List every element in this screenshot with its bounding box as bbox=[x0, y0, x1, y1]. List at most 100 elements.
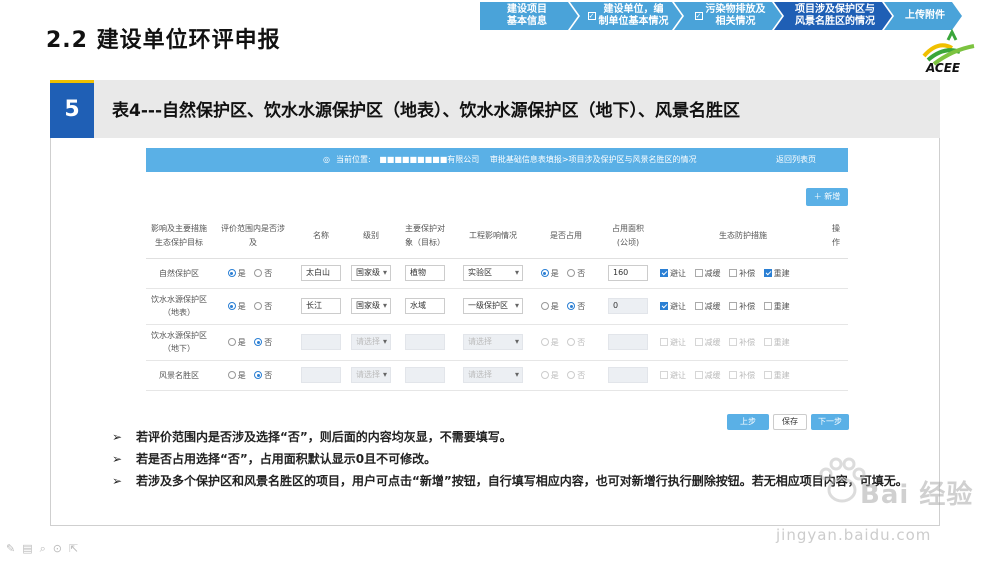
name-input[interactable]: 太白山 bbox=[301, 265, 341, 281]
plus-icon: ＋ bbox=[813, 192, 822, 201]
impact-select[interactable]: 一级保护区 bbox=[463, 298, 523, 314]
object-input[interactable]: 水域 bbox=[405, 298, 445, 314]
breadcrumb-bar: ◎ 当前位置: ■■■■■■■■■有限公司 审批基础信息表填报>项目涉及保护区与… bbox=[146, 148, 848, 172]
target-cell: 饮水水源保护区 （地下） bbox=[146, 324, 212, 361]
pointer-icon[interactable]: ⇱ bbox=[69, 542, 78, 556]
measures-group: 避让 减缓 补偿 重建 bbox=[654, 288, 832, 325]
col-header: 生态防护措施 bbox=[654, 214, 832, 259]
area-input bbox=[608, 334, 648, 350]
protected-area-table: 影响及主要措施 生态保护目标 评价范围内是否涉 及 名称 级别 主要保护对 象（… bbox=[146, 214, 848, 391]
level-select: 请选择 bbox=[351, 367, 391, 383]
company-name: ■■■■■■■■■有限公司 bbox=[379, 155, 480, 164]
step-project-info[interactable]: 建设项目 基本信息 bbox=[480, 2, 578, 30]
watermark-text: Bai 经验 bbox=[860, 480, 974, 510]
check-icon: ✓ bbox=[588, 12, 595, 20]
involved-yes-radio[interactable] bbox=[227, 338, 236, 346]
involved-radio-group: 是 否 bbox=[212, 258, 294, 289]
rebuild-checkbox bbox=[763, 371, 772, 379]
step-protected-area[interactable]: 项目涉及保护区与 风景名胜区的情况 bbox=[774, 2, 892, 30]
involved-no-radio[interactable] bbox=[254, 302, 263, 310]
step-label: 上传附件 bbox=[905, 10, 945, 21]
arrow-bullet-icon: ➢ bbox=[112, 430, 123, 444]
involved-radio-group: 是 否 bbox=[212, 360, 294, 391]
table-header: 影响及主要措施 生态保护目标 评价范围内是否涉 及 名称 级别 主要保护对 象（… bbox=[146, 214, 848, 259]
object-input bbox=[405, 334, 445, 350]
col-header: 工程影响情况 bbox=[456, 214, 530, 259]
occupy-radio-group: 是 否 bbox=[530, 360, 602, 391]
list-item: ➢ 若评价范围内是否涉及选择“否”，则后面的内容均灰显，不需要填写。 bbox=[112, 426, 932, 448]
occupy-yes-radio bbox=[540, 371, 549, 379]
occupy-no-radio bbox=[567, 371, 576, 379]
breadcrumb: 当前位置: ■■■■■■■■■有限公司 审批基础信息表填报>项目涉及保护区与风景… bbox=[336, 148, 697, 172]
involved-no-radio[interactable] bbox=[254, 338, 263, 346]
impact-select[interactable]: 实验区 bbox=[463, 265, 523, 281]
measures-group: 避让 减缓 补偿 重建 bbox=[654, 258, 832, 289]
step-label: 建设项目 基本信息 bbox=[507, 4, 547, 27]
involved-yes-radio[interactable] bbox=[227, 302, 236, 310]
area-input: 0 bbox=[608, 298, 648, 314]
level-select[interactable]: 国家级 bbox=[351, 265, 391, 281]
occupy-radio-group: 是 否 bbox=[530, 258, 602, 289]
object-input[interactable]: 植物 bbox=[405, 265, 445, 281]
area-input bbox=[608, 367, 648, 383]
measures-group: 避让 减缓 补偿 重建 bbox=[654, 324, 832, 361]
compensate-checkbox[interactable] bbox=[729, 302, 738, 310]
involved-no-radio[interactable] bbox=[254, 269, 263, 277]
occupy-yes-radio[interactable] bbox=[540, 269, 549, 277]
avoid-checkbox[interactable] bbox=[660, 302, 668, 310]
occupy-yes-radio[interactable] bbox=[540, 302, 549, 310]
compensate-checkbox[interactable] bbox=[729, 269, 738, 277]
arrow-bullet-icon: ➢ bbox=[112, 474, 123, 488]
avoid-checkbox bbox=[660, 371, 668, 379]
col-header: 名称 bbox=[294, 214, 348, 259]
compensate-checkbox bbox=[729, 338, 738, 346]
step-unit-info[interactable]: ✓ 建设单位，编 制单位基本情况 bbox=[570, 2, 682, 30]
level-select[interactable]: 国家级 bbox=[351, 298, 391, 314]
rebuild-checkbox[interactable] bbox=[763, 269, 772, 277]
involved-radio-group: 是 否 bbox=[212, 288, 294, 325]
location-prefix: 当前位置: bbox=[336, 155, 371, 164]
add-row-button[interactable]: ＋ 新增 bbox=[806, 188, 848, 206]
col-header: 操 作 bbox=[832, 214, 848, 259]
target-cell: 饮水水源保护区 （地表） bbox=[146, 288, 212, 325]
breadcrumb-path: 审批基础信息表填报>项目涉及保护区与风景名胜区的情况 bbox=[489, 155, 697, 164]
mitigate-checkbox[interactable] bbox=[694, 302, 703, 310]
check-icon: ✓ bbox=[695, 12, 702, 20]
step-pollutant[interactable]: ✓ 污染物排放及 相关情况 bbox=[674, 2, 782, 30]
involved-yes-radio[interactable] bbox=[227, 371, 236, 379]
rebuild-checkbox[interactable] bbox=[763, 302, 772, 310]
col-header: 评价范围内是否涉 及 bbox=[212, 214, 294, 259]
search-icon[interactable]: ⌕ bbox=[40, 542, 46, 556]
target-cell: 自然保护区 bbox=[146, 258, 212, 289]
involved-yes-radio[interactable] bbox=[227, 269, 236, 277]
name-input bbox=[301, 367, 341, 383]
col-header: 占用面积 (公顷) bbox=[602, 214, 654, 259]
involved-no-radio[interactable] bbox=[254, 371, 263, 379]
pen-icon[interactable]: ✎ bbox=[6, 542, 15, 556]
table-row: 饮水水源保护区 （地表） 是 否 长江 国家级 水域 一级保护区 是 否 0 避… bbox=[146, 288, 848, 325]
avoid-checkbox bbox=[660, 338, 668, 346]
occupy-yes-radio bbox=[540, 338, 549, 346]
mitigate-checkbox[interactable] bbox=[694, 269, 703, 277]
target-cell: 风景名胜区 bbox=[146, 360, 212, 391]
slide-title: 2.2 建设单位环评申报 bbox=[46, 28, 281, 53]
list-item: ➢ 若是否占用选择“否”，占用面积默认显示0且不可修改。 bbox=[112, 448, 932, 470]
level-select: 请选择 bbox=[351, 334, 391, 350]
compensate-checkbox bbox=[729, 371, 738, 379]
avoid-checkbox[interactable] bbox=[660, 269, 668, 277]
occupy-no-radio[interactable] bbox=[567, 302, 576, 310]
step-label: 建设单位，编 制单位基本情况 bbox=[598, 4, 669, 27]
col-header: 级别 bbox=[348, 214, 394, 259]
occupy-radio-group: 是 否 bbox=[530, 324, 602, 361]
watermark-url: jingyan.baidu.com bbox=[776, 526, 932, 544]
area-input[interactable]: 160 bbox=[608, 265, 648, 281]
slides-icon[interactable]: ▤ bbox=[22, 542, 32, 556]
step-label: 项目涉及保护区与 风景名胜区的情况 bbox=[795, 4, 875, 27]
occupy-no-radio[interactable] bbox=[567, 269, 576, 277]
occupy-radio-group: 是 否 bbox=[530, 288, 602, 325]
involved-radio-group: 是 否 bbox=[212, 324, 294, 361]
name-input bbox=[301, 334, 341, 350]
options-icon[interactable]: ⊙ bbox=[53, 542, 62, 556]
back-to-list-link[interactable]: 返回列表页 bbox=[776, 148, 816, 172]
name-input[interactable]: 长江 bbox=[301, 298, 341, 314]
